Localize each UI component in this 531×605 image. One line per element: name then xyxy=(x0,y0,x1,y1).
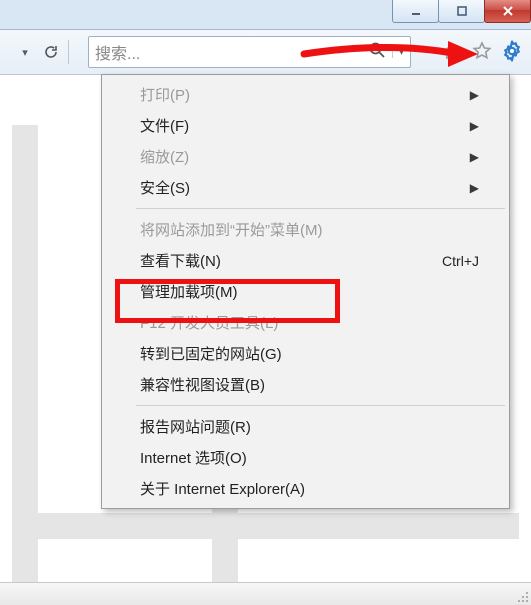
menu-add-to-start[interactable]: 将网站添加到“开始”菜单(M) xyxy=(104,214,507,245)
menu-label: 缩放(Z) xyxy=(140,146,189,167)
search-icon[interactable] xyxy=(364,41,392,64)
menu-zoom[interactable]: 缩放(Z) ▶ xyxy=(104,141,507,172)
search-placeholder: 搜索... xyxy=(95,40,364,64)
menu-compat-view[interactable]: 兼容性视图设置(B) xyxy=(104,369,507,400)
menu-pinned-sites[interactable]: 转到已固定的网站(G) xyxy=(104,338,507,369)
menu-label: 文件(F) xyxy=(140,115,189,136)
menu-file[interactable]: 文件(F) ▶ xyxy=(104,110,507,141)
menu-safety[interactable]: 安全(S) ▶ xyxy=(104,172,507,203)
menu-label: F12 开发人员工具(L) xyxy=(140,312,278,333)
menu-view-downloads[interactable]: 查看下载(N) Ctrl+J xyxy=(104,245,507,276)
menu-label: 打印(P) xyxy=(140,84,190,105)
menu-print[interactable]: 打印(P) ▶ xyxy=(104,79,507,110)
submenu-arrow-icon: ▶ xyxy=(470,150,479,164)
favorites-button[interactable] xyxy=(469,38,495,64)
menu-label: 将网站添加到“开始”菜单(M) xyxy=(140,219,322,240)
menu-separator xyxy=(136,405,505,406)
menu-shortcut: Ctrl+J xyxy=(442,253,479,269)
menu-label: 转到已固定的网站(G) xyxy=(140,343,282,364)
resize-grip[interactable] xyxy=(515,589,529,603)
menu-label: 关于 Internet Explorer(A) xyxy=(140,478,305,499)
toolbar-separator xyxy=(68,40,69,64)
menu-internet-options[interactable]: Internet 选项(O) xyxy=(104,442,507,473)
menu-label: 管理加载项(M) xyxy=(140,281,238,302)
window-buttons xyxy=(393,0,531,29)
menu-report-problem[interactable]: 报告网站问题(R) xyxy=(104,411,507,442)
home-button[interactable] xyxy=(439,38,465,64)
menu-label: 查看下载(N) xyxy=(140,250,221,271)
search-dropdown-icon[interactable]: ▾ xyxy=(392,47,404,58)
menu-f12-tools[interactable]: F12 开发人员工具(L) xyxy=(104,307,507,338)
maximize-button[interactable] xyxy=(438,0,485,23)
refresh-button[interactable] xyxy=(40,41,62,63)
menu-label: 兼容性视图设置(B) xyxy=(140,374,265,395)
submenu-arrow-icon: ▶ xyxy=(470,88,479,102)
menu-separator xyxy=(136,208,505,209)
dropdown-toggle[interactable]: ▾ xyxy=(14,41,36,63)
menu-manage-addons[interactable]: 管理加载项(M) xyxy=(104,276,507,307)
tools-menu: 打印(P) ▶ 文件(F) ▶ 缩放(Z) ▶ 安全(S) ▶ 将网站添加到“开… xyxy=(101,74,510,509)
menu-label: Internet 选项(O) xyxy=(140,447,247,468)
submenu-arrow-icon: ▶ xyxy=(470,119,479,133)
menu-label: 安全(S) xyxy=(140,177,190,198)
search-input[interactable]: 搜索... ▾ xyxy=(88,36,411,68)
tools-button[interactable] xyxy=(499,38,525,64)
status-bar xyxy=(0,582,531,605)
minimize-button[interactable] xyxy=(392,0,439,23)
toolbar: ▾ 搜索... ▾ xyxy=(0,30,531,75)
close-button[interactable] xyxy=(484,0,531,23)
menu-about-ie[interactable]: 关于 Internet Explorer(A) xyxy=(104,473,507,504)
submenu-arrow-icon: ▶ xyxy=(470,181,479,195)
menu-label: 报告网站问题(R) xyxy=(140,416,251,437)
